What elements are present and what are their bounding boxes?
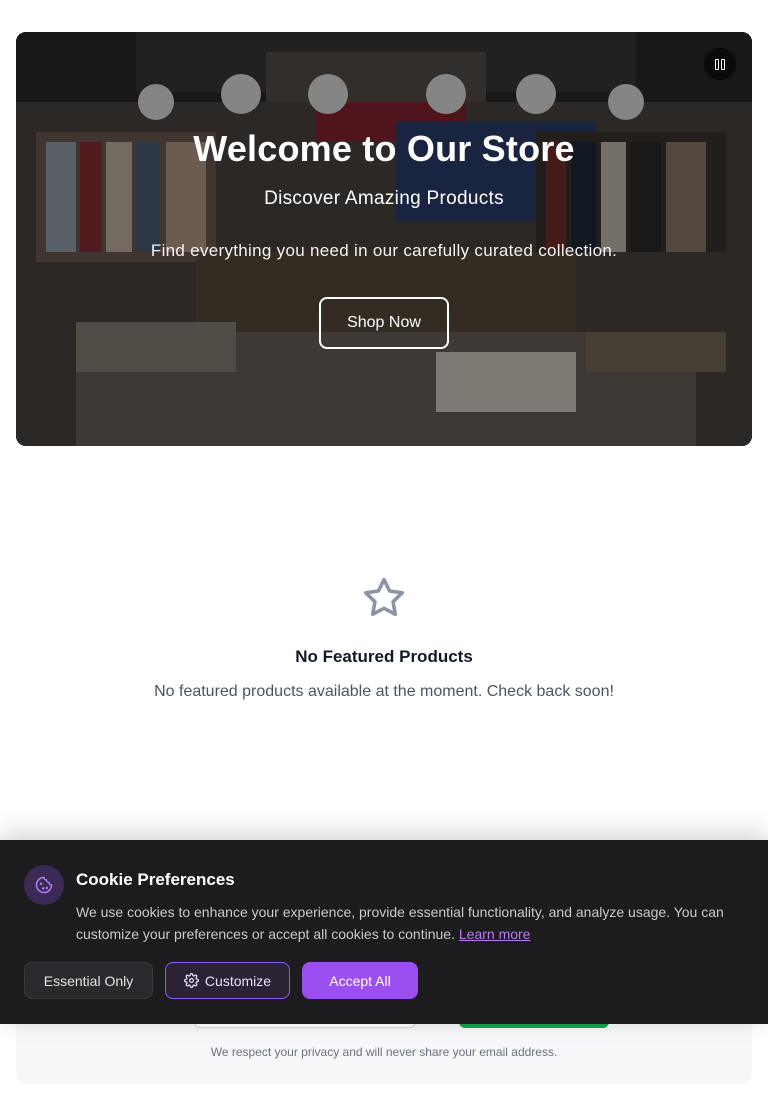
essential-only-label: Essential Only: [43, 972, 134, 989]
essential-only-button[interactable]: Essential Only: [24, 962, 153, 999]
empty-state-message: No featured products available at the mo…: [154, 683, 614, 700]
featured-products-empty-state: No Featured Products No featured product…: [0, 574, 768, 701]
pause-icon: [715, 58, 719, 70]
shop-now-button[interactable]: Shop Now: [319, 297, 449, 349]
cookie-icon: [24, 865, 64, 905]
newsletter-privacy-note: We respect your privacy and will never s…: [210, 1045, 558, 1059]
accept-all-label: Accept All: [329, 972, 391, 989]
hero-title: Welcome to Our Store: [193, 128, 575, 169]
cookie-banner: Cookie Preferences We use cookies to enh…: [0, 840, 768, 1024]
learn-more-link[interactable]: Learn more: [459, 926, 531, 942]
gear-icon: [183, 973, 199, 988]
slideshow-pause-button[interactable]: [704, 48, 736, 80]
cookie-banner-title: Cookie Preferences: [76, 870, 235, 889]
star-icon: [364, 577, 404, 617]
accept-all-button[interactable]: Accept All: [302, 962, 418, 999]
customize-button[interactable]: Customize: [165, 962, 290, 999]
empty-state-title: No Featured Products: [295, 647, 473, 666]
pause-icon-bar-2: [721, 58, 725, 70]
cookie-banner-text: We use cookies to enhance your experienc…: [76, 901, 746, 945]
cookie-description: We use cookies to enhance your experienc…: [76, 904, 724, 942]
customize-label: Customize: [204, 972, 272, 989]
hero-banner: Welcome to Our Store Discover Amazing Pr…: [16, 32, 752, 446]
hero-overlay: [16, 32, 752, 446]
hero-description: Find everything you need in our carefull…: [150, 241, 618, 260]
hero-subtitle: Discover Amazing Products: [264, 188, 504, 209]
